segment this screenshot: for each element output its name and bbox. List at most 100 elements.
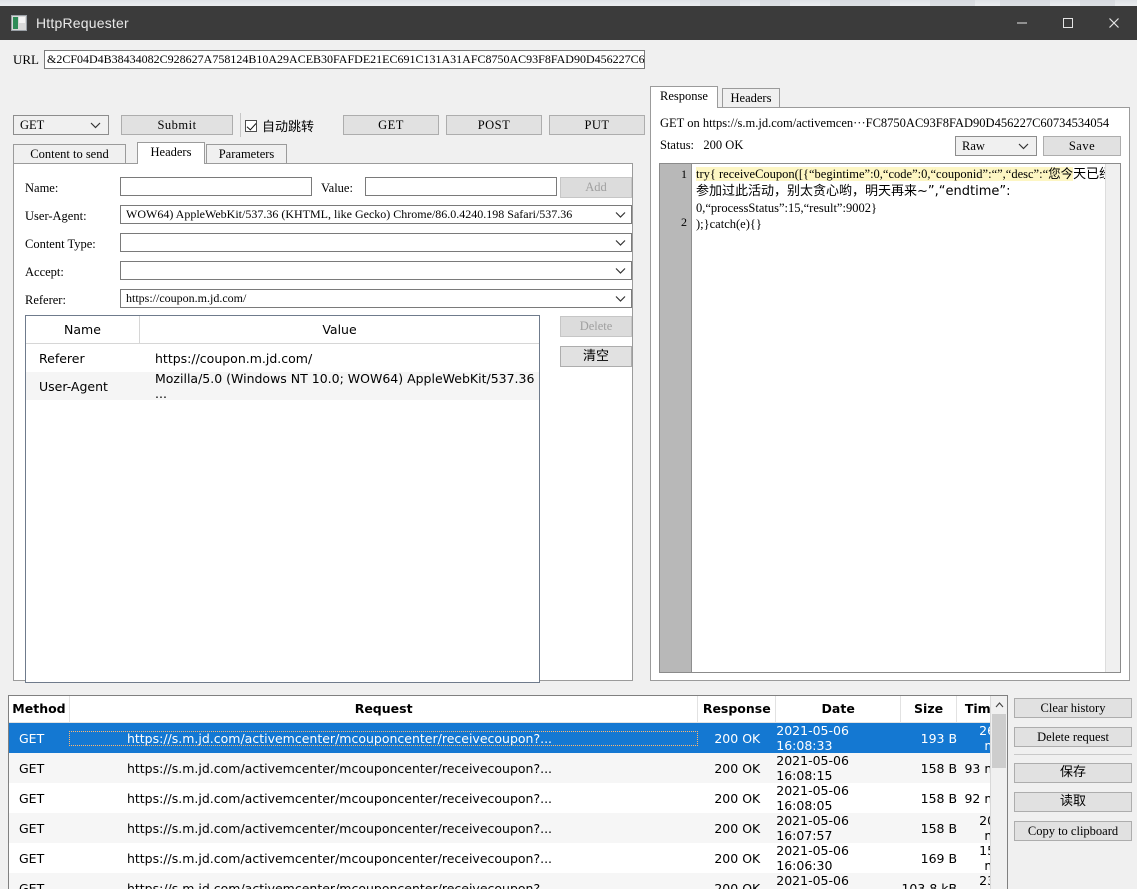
- auto-redirect-checkbox[interactable]: 自动跳转: [245, 116, 314, 135]
- row-date: 2021-05-06 16:07:57: [776, 813, 849, 843]
- table-row[interactable]: GET https://s.m.jd.com/activemcenter/mco…: [9, 843, 1007, 873]
- url-input[interactable]: &2CF04D4B38434082C928627A758124B10A29ACE…: [44, 50, 645, 69]
- button-group-divider: [1014, 754, 1132, 755]
- user-agent-label: User-Agent:: [25, 209, 87, 223]
- row-date: 2021-05-06 16:06:12: [776, 873, 849, 889]
- table-row[interactable]: GET https://s.m.jd.com/activemcenter/mco…: [9, 873, 1007, 889]
- history-table: Method Request Response Date Size Time G…: [8, 695, 1008, 889]
- chevron-down-icon: [615, 234, 626, 251]
- row-method: GET: [19, 760, 45, 776]
- status-label: Status:: [660, 138, 695, 152]
- response-body-segment: 0,“processStatus”:15,“result”:9002}: [696, 201, 877, 215]
- get-button[interactable]: GET: [343, 115, 439, 135]
- save-response-button[interactable]: Save: [1043, 136, 1121, 156]
- put-button[interactable]: PUT: [549, 115, 645, 135]
- accept-label: Accept:: [25, 265, 64, 279]
- header-row-name: User-Agent: [39, 378, 108, 394]
- url-row: URL &2CF04D4B38434082C928627A758124B10A2…: [13, 50, 645, 69]
- response-body-editor[interactable]: 1 2 try{ receiveCoupon([{“begintime”:0,“…: [659, 163, 1121, 673]
- title-bar: HttpRequester: [0, 6, 1137, 40]
- accept-select[interactable]: [120, 261, 632, 280]
- response-body-text: try{ receiveCoupon([{“begintime”:0,“code…: [692, 164, 1120, 672]
- response-body-segment-highlight: try{ receiveCoupon([{“begintime”:0,“code…: [696, 167, 1074, 181]
- action-row: GET Submit 自动跳转 GET POST PUT: [13, 113, 645, 137]
- referer-label: Referer:: [25, 293, 66, 307]
- row-size: 158 B: [920, 790, 958, 806]
- response-body-scrollbar[interactable]: [1105, 164, 1120, 672]
- row-method: GET: [19, 880, 45, 889]
- minimize-icon[interactable]: [999, 6, 1045, 40]
- response-status: Status: 200 OK: [660, 138, 743, 153]
- row-request: https://s.m.jd.com/activemcenter/mcoupon…: [126, 880, 553, 889]
- tab-headers[interactable]: Headers: [137, 142, 205, 164]
- history-scrollbar[interactable]: [990, 696, 1007, 889]
- window-title: HttpRequester: [36, 15, 129, 31]
- copy-to-clipboard-button[interactable]: Copy to clipboard: [1014, 821, 1132, 841]
- post-button[interactable]: POST: [446, 115, 542, 135]
- http-method-value: GET: [20, 118, 45, 132]
- window-controls: [999, 6, 1137, 40]
- table-row[interactable]: GET https://s.m.jd.com/activemcenter/mco…: [9, 723, 1007, 753]
- content-type-label: Content Type:: [25, 237, 96, 251]
- url-label: URL: [13, 51, 39, 67]
- response-view-mode-value: Raw: [962, 139, 985, 153]
- headers-table: Name Value Referer https://coupon.m.jd.c…: [25, 315, 540, 683]
- row-response: 200 OK: [714, 730, 761, 746]
- content-type-select[interactable]: [120, 233, 632, 252]
- table-row[interactable]: GET https://s.m.jd.com/activemcenter/mco…: [9, 813, 1007, 843]
- row-date: 2021-05-06 16:08:05: [776, 783, 849, 813]
- tab-content-to-send[interactable]: Content to send: [13, 144, 126, 164]
- row-request: https://s.m.jd.com/activemcenter/mcoupon…: [126, 790, 553, 806]
- table-row[interactable]: User-Agent Mozilla/5.0 (Windows NT 10.0;…: [26, 371, 539, 401]
- close-icon[interactable]: [1091, 6, 1137, 40]
- headers-panel: Name: Value: Add User-Agent: WOW64) Appl…: [13, 163, 633, 683]
- row-size: 169 B: [920, 850, 958, 866]
- scroll-up-icon[interactable]: [991, 696, 1007, 713]
- history-column-size: Size: [901, 696, 958, 722]
- row-size: 158 B: [920, 760, 958, 776]
- header-row-value: https://coupon.m.jd.com/: [155, 350, 313, 366]
- tab-response[interactable]: Response: [650, 86, 718, 108]
- tab-parameters[interactable]: Parameters: [206, 144, 287, 164]
- table-row[interactable]: GET https://s.m.jd.com/activemcenter/mco…: [9, 753, 1007, 783]
- referer-select[interactable]: https://coupon.m.jd.com/: [120, 289, 632, 308]
- clear-history-button[interactable]: Clear history: [1014, 698, 1132, 718]
- auto-redirect-label: 自动跳转: [262, 120, 315, 135]
- row-response: 200 OK: [714, 880, 761, 889]
- app-icon: [11, 15, 27, 31]
- left-tab-bar: Content to send Headers Parameters: [13, 142, 633, 164]
- maximize-icon[interactable]: [1045, 6, 1091, 40]
- table-row[interactable]: GET https://s.m.jd.com/activemcenter/mco…: [9, 783, 1007, 813]
- row-request: https://s.m.jd.com/activemcenter/mcoupon…: [126, 820, 553, 836]
- header-value-input[interactable]: [365, 177, 557, 196]
- http-method-select[interactable]: GET: [13, 115, 109, 135]
- status-value: 200 OK: [703, 138, 744, 152]
- load-history-button[interactable]: 读取: [1014, 792, 1132, 812]
- row-request: https://s.m.jd.com/activemcenter/mcoupon…: [126, 850, 553, 866]
- submit-button[interactable]: Submit: [121, 115, 233, 135]
- delete-header-button[interactable]: Delete: [560, 316, 632, 337]
- history-column-method: Method: [12, 701, 66, 716]
- add-header-button[interactable]: Add: [560, 177, 632, 198]
- toolbar-divider: [240, 113, 241, 137]
- user-agent-select[interactable]: WOW64) AppleWebKit/537.36 (KHTML, like G…: [120, 205, 632, 224]
- row-method: GET: [19, 850, 45, 866]
- save-history-button[interactable]: 保存: [1014, 763, 1132, 783]
- clear-headers-button[interactable]: 清空: [560, 346, 632, 367]
- header-column-value: Value: [322, 322, 357, 337]
- line-number: 1: [681, 167, 687, 181]
- history-column-response: Response: [698, 696, 777, 722]
- row-method: GET: [19, 730, 45, 746]
- checkbox-checked-icon: [245, 119, 257, 132]
- header-name-input[interactable]: [120, 177, 312, 196]
- delete-request-button[interactable]: Delete request: [1014, 727, 1132, 747]
- row-date: 2021-05-06 16:08:33: [776, 723, 849, 753]
- row-response: 200 OK: [714, 790, 761, 806]
- headers-table-header: Name Value: [26, 316, 539, 344]
- row-date: 2021-05-06 16:08:15: [776, 753, 849, 783]
- scrollbar-thumb[interactable]: [992, 714, 1006, 768]
- table-row[interactable]: Referer https://coupon.m.jd.com/: [26, 344, 539, 372]
- tab-response-headers[interactable]: Headers: [722, 88, 780, 108]
- response-view-mode-select[interactable]: Raw: [955, 136, 1037, 156]
- history-column-request: Request: [68, 696, 699, 722]
